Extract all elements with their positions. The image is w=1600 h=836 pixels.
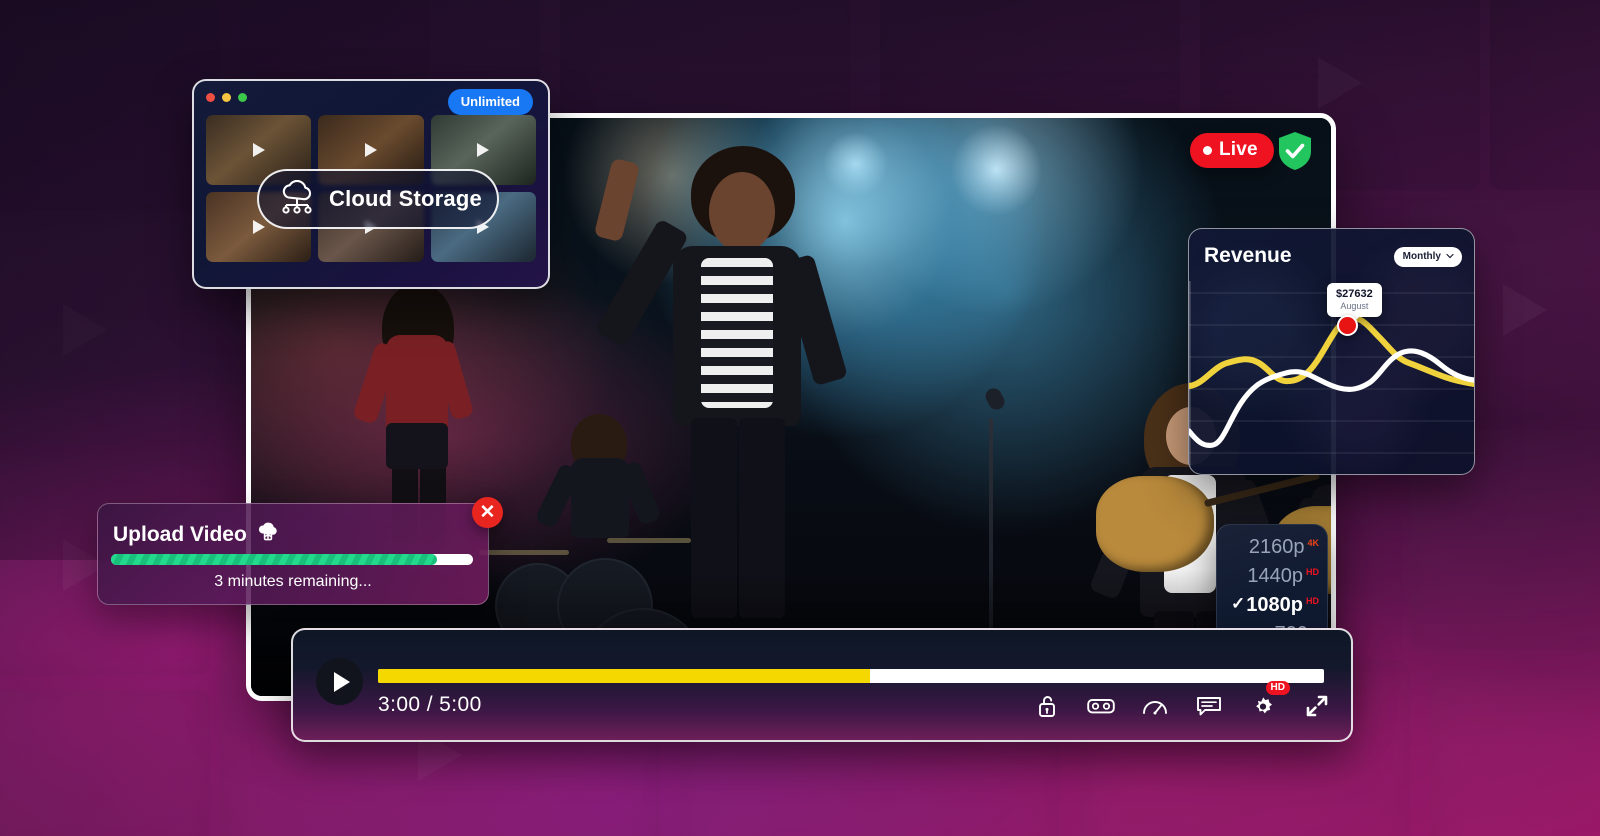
revenue-tooltip-month: August [1340, 300, 1369, 311]
revenue-tooltip: $27632 August [1327, 283, 1382, 318]
window-maximize-dot[interactable] [238, 93, 247, 102]
speedometer-icon[interactable] [1141, 692, 1169, 720]
upload-status-text: 3 minutes remaining... [214, 573, 372, 590]
upload-title-text: Upload Video [113, 523, 247, 546]
fullscreen-expand-icon[interactable] [1303, 692, 1331, 720]
window-close-dot[interactable] [206, 93, 215, 102]
play-icon [333, 671, 350, 692]
seek-bar-fill [378, 669, 870, 683]
control-icon-group: HD [1033, 681, 1331, 720]
live-badge-label: Live [1219, 139, 1258, 160]
quality-option-label: 2160p [1248, 536, 1305, 558]
unlimited-badge[interactable]: Unlimited [447, 89, 533, 115]
window-controls[interactable] [206, 93, 247, 102]
chevron-down-icon [1446, 251, 1454, 262]
revenue-period-label: Monthly [1402, 251, 1441, 262]
play-icon [252, 220, 265, 234]
live-dot-icon [1203, 145, 1212, 155]
quality-option-label: 1080p [1246, 594, 1303, 616]
check-icon: ✓ [1231, 594, 1246, 613]
cloud-storage-label: Cloud Storage [329, 186, 482, 211]
play-icon [364, 143, 377, 157]
quality-tag-4k: 4K [1307, 538, 1319, 548]
electric-guitar [1096, 476, 1214, 572]
shield-check-icon [1277, 131, 1313, 171]
play-icon [477, 143, 490, 157]
revenue-card: Revenue Monthly [1188, 228, 1475, 475]
quality-tag-hd: HD [1306, 596, 1319, 606]
revenue-tooltip-value: $27632 [1336, 288, 1373, 300]
quality-option-label: 1440p [1247, 565, 1303, 587]
upload-progress-bar [111, 554, 473, 565]
time-display: 3:00 / 5:00 [378, 693, 482, 716]
play-button[interactable] [316, 658, 363, 705]
seek-bar[interactable] [378, 669, 1324, 683]
cloud-storage-panel[interactable]: Unlimited Cloud Storage [192, 79, 550, 289]
revenue-peak-marker [1337, 315, 1358, 336]
vr-goggles-icon[interactable] [1087, 692, 1115, 720]
cloud-storage-pill[interactable]: Cloud Storage [257, 169, 499, 229]
unlock-icon[interactable] [1033, 692, 1061, 720]
cloud-network-icon [277, 179, 317, 219]
window-minimize-dot[interactable] [222, 93, 231, 102]
quality-option-1440p[interactable]: 1440p HD [1217, 562, 1327, 591]
live-badge: Live [1190, 133, 1274, 168]
play-icon [252, 143, 265, 157]
upload-progress-fill [111, 554, 437, 565]
quality-option-1080p[interactable]: ✓ 1080p HD [1217, 591, 1327, 620]
captions-icon[interactable] [1195, 692, 1223, 720]
cymbal-left [479, 550, 569, 555]
revenue-period-select[interactable]: Monthly [1393, 247, 1462, 267]
hd-badge: HD [1265, 681, 1290, 695]
screenshot-stage: Live Unlimited Cloud Storage Upload Vide… [0, 0, 1600, 836]
quality-tag-hd: HD [1306, 567, 1319, 577]
video-control-bar: 3:00 / 5:00 HD [291, 628, 1353, 742]
upload-card-title: Upload Video [113, 521, 280, 549]
gear-icon[interactable]: HD [1249, 681, 1290, 720]
quality-option-2160p[interactable]: 2160p 4K [1217, 533, 1327, 562]
close-x-icon[interactable]: ✕ [472, 497, 503, 528]
revenue-title: Revenue [1204, 244, 1292, 267]
cloud-upload-icon [256, 521, 280, 549]
